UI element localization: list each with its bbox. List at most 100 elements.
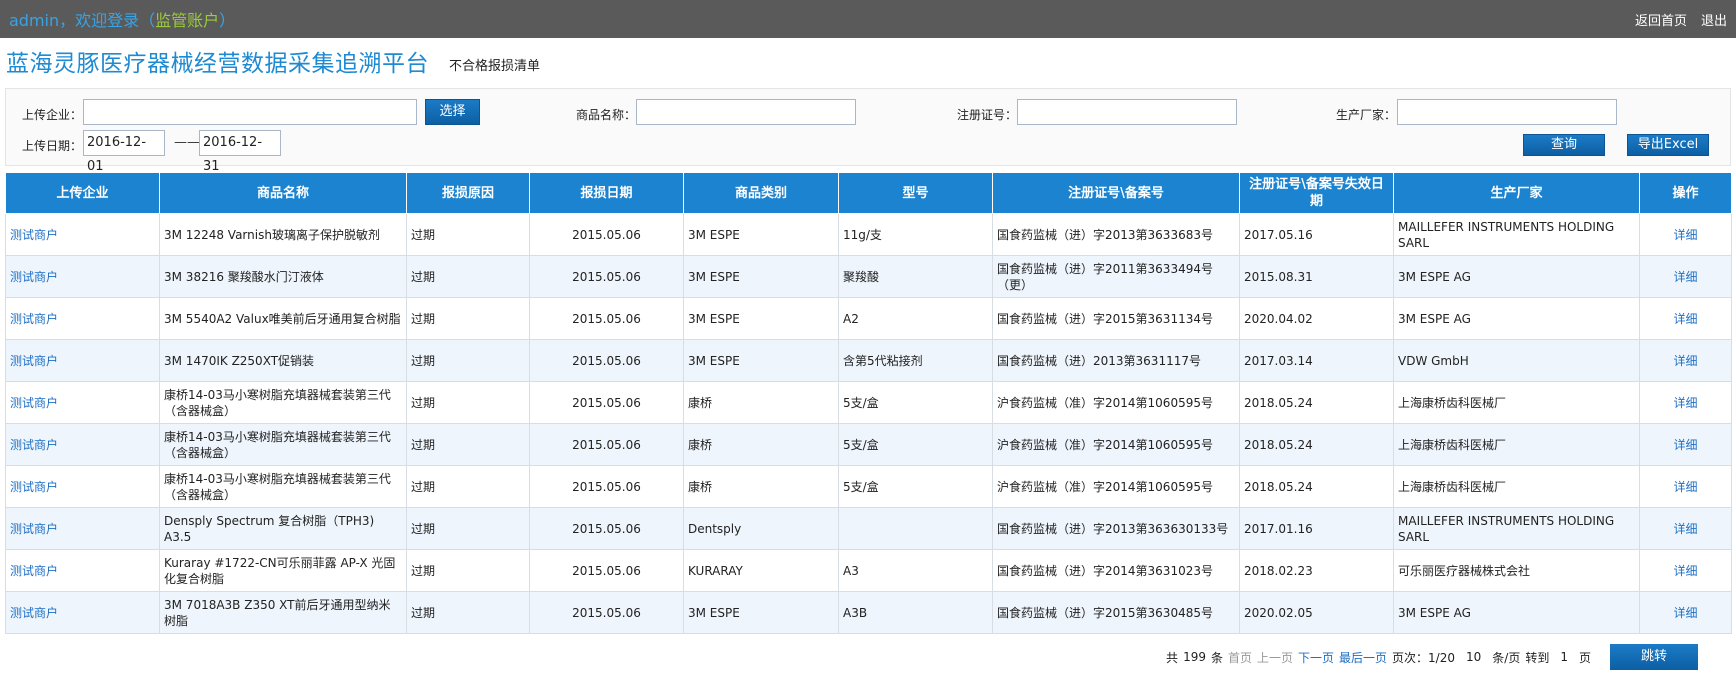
detail-link[interactable]: 详细 <box>1673 606 1697 620</box>
table-row: 测试商户 3M 12248 Varnish玻璃离子保护脱敏剂 过期 2015.05.0… <box>5 213 1732 256</box>
detail-link[interactable]: 详细 <box>1673 396 1697 410</box>
cell-manufacturer: 3M ESPE AG <box>1393 591 1640 634</box>
logout-link[interactable]: 退出 <box>1701 10 1727 29</box>
date-from-input[interactable]: 2016-12-01 <box>83 130 165 174</box>
company-link[interactable]: 测试商户 <box>10 564 58 578</box>
cell-model: 5支/盒 <box>838 381 993 424</box>
cell-reg-expiry: 2018.05.24 <box>1239 465 1394 508</box>
cell-company: 测试商户 <box>5 213 160 256</box>
filter-panel: 上传企业： 选择 商品名称： 注册证号： 生产厂家： 上传日期： 2016-12… <box>5 88 1731 174</box>
cell-category: 康桥 <box>683 465 839 508</box>
page-size-value[interactable]: 10 <box>1460 650 1487 664</box>
cell-company: 测试商户 <box>5 507 160 550</box>
cell-model: A2 <box>838 297 993 340</box>
cell-reg-expiry: 2020.04.02 <box>1239 297 1394 340</box>
prev-page-link[interactable]: 上一页 <box>1257 649 1293 666</box>
company-input[interactable] <box>83 99 417 125</box>
maker-label: 生产厂家： <box>1336 108 1397 122</box>
cell-action: 详细 <box>1639 423 1732 466</box>
date-separator: —— <box>174 135 200 150</box>
page-subtitle: 不合格报损清单 <box>449 58 541 74</box>
top-bar: admin，欢迎登录（监管账户） 返回首页 退出 <box>0 0 1736 38</box>
cell-loss-date: 2015.05.06 <box>529 549 684 592</box>
company-link[interactable]: 测试商户 <box>10 438 58 452</box>
cell-model: A3 <box>838 549 993 592</box>
cell-loss-date: 2015.05.06 <box>529 591 684 634</box>
cell-reg-no: 沪食药监械（准）字2014第1060595号 <box>992 381 1240 424</box>
go-button[interactable]: 跳转 <box>1610 644 1698 670</box>
company-link[interactable]: 测试商户 <box>10 228 58 242</box>
goto-page-input[interactable]: 1 <box>1554 650 1574 664</box>
cell-loss-date: 2015.05.06 <box>529 255 684 298</box>
total-prefix: 共 <box>1166 650 1179 665</box>
column-header-action: 操作 <box>1639 172 1732 214</box>
product-input[interactable] <box>636 99 856 125</box>
date-to-input[interactable]: 2016-12-31 <box>199 130 281 174</box>
cell-loss-reason: 过期 <box>406 591 530 634</box>
cell-model: A3B <box>838 591 993 634</box>
query-button[interactable]: 查询 <box>1523 134 1605 156</box>
cell-manufacturer: 可乐丽医疗器械株式会社 <box>1393 549 1640 592</box>
table-row: 测试商户 康桥14-03马小寒树脂充填器械套装第三代（含器械盒） 过期 2015.05… <box>5 423 1732 466</box>
next-page-link[interactable]: 下一页 <box>1298 649 1334 666</box>
export-excel-button[interactable]: 导出Excel <box>1627 134 1709 156</box>
cell-manufacturer: 上海康桥齿科医械厂 <box>1393 381 1640 424</box>
cell-loss-date: 2015.05.06 <box>529 339 684 382</box>
loss-report-table: 上传企业 商品名称 报损原因 报损日期 商品类别 型号 注册证号\备案号 注册证号\备案号失效… <box>5 172 1732 634</box>
detail-link[interactable]: 详细 <box>1673 438 1697 452</box>
account-role: 监管账户 <box>155 11 220 30</box>
table-row: 测试商户 康桥14-03马小寒树脂充填器械套装第三代（含器械盒） 过期 2015.05… <box>5 465 1732 508</box>
detail-link[interactable]: 详细 <box>1673 270 1697 284</box>
cell-company: 测试商户 <box>5 339 160 382</box>
cell-product-name: 3M 12248 Varnish玻璃离子保护脱敏剂 <box>159 213 407 256</box>
cell-reg-no: 国食药监械（进）字2014第3631023号 <box>992 549 1240 592</box>
maker-input[interactable] <box>1397 99 1617 125</box>
table-row: 测试商户 3M 7018A3B Z350 XT前后牙通用型纳米树脂 过期 2015.0… <box>5 591 1732 634</box>
cell-product-name: Densply Spectrum 复合树脂（TPH3) A3.5 <box>159 507 407 550</box>
cell-loss-reason: 过期 <box>406 297 530 340</box>
company-link[interactable]: 测试商户 <box>10 270 58 284</box>
company-link[interactable]: 测试商户 <box>10 606 58 620</box>
cell-category: 3M ESPE <box>683 591 839 634</box>
home-link[interactable]: 返回首页 <box>1635 10 1687 29</box>
last-page-link[interactable]: 最后一页 <box>1339 649 1387 666</box>
company-link[interactable]: 测试商户 <box>10 312 58 326</box>
company-link[interactable]: 测试商户 <box>10 522 58 536</box>
detail-link[interactable]: 详细 <box>1673 480 1697 494</box>
pagination: 共 199 条 首页 上一页 下一页 最后一页 页次：1/20 10 条/页 转… <box>1166 644 1698 670</box>
cell-action: 详细 <box>1639 549 1732 592</box>
table-row: 测试商户 Densply Spectrum 复合树脂（TPH3) A3.5 过期 20… <box>5 507 1732 550</box>
detail-link[interactable]: 详细 <box>1673 354 1697 368</box>
table-row: 测试商户 Kuraray #1722-CN可乐丽菲露 AP-X 光固化复合树脂 过期… <box>5 549 1732 592</box>
company-link[interactable]: 测试商户 <box>10 396 58 410</box>
cell-manufacturer: MAILLEFER INSTRUMENTS HOLDING SARL <box>1393 507 1640 550</box>
first-page-link[interactable]: 首页 <box>1228 649 1252 666</box>
cell-action: 详细 <box>1639 339 1732 382</box>
cell-loss-date: 2015.05.06 <box>529 423 684 466</box>
column-header-category: 商品类别 <box>683 172 839 214</box>
column-header-product-name: 商品名称 <box>159 172 407 214</box>
detail-link[interactable]: 详细 <box>1673 312 1697 326</box>
detail-link[interactable]: 详细 <box>1673 228 1697 242</box>
company-link[interactable]: 测试商户 <box>10 480 58 494</box>
cell-product-name: 3M 38216 聚羧酸水门汀液体 <box>159 255 407 298</box>
cell-manufacturer: VDW GmbH <box>1393 339 1640 382</box>
cell-manufacturer: MAILLEFER INSTRUMENTS HOLDING SARL <box>1393 213 1640 256</box>
cell-reg-no: 国食药监械（进）字2015第3630485号 <box>992 591 1240 634</box>
cell-product-name: 3M 1470IK Z250XT促销装 <box>159 339 407 382</box>
cell-product-name: 3M 5540A2 Valux唯美前后牙通用复合树脂 <box>159 297 407 340</box>
cell-action: 详细 <box>1639 381 1732 424</box>
reg-no-input[interactable] <box>1017 99 1237 125</box>
detail-link[interactable]: 详细 <box>1673 522 1697 536</box>
cell-reg-no: 国食药监械（进）字2015第3631134号 <box>992 297 1240 340</box>
column-header-loss-date: 报损日期 <box>529 172 684 214</box>
date-label: 上传日期： <box>22 139 83 153</box>
goto-suffix: 页 <box>1578 650 1591 665</box>
detail-link[interactable]: 详细 <box>1673 564 1697 578</box>
column-header-loss-reason: 报损原因 <box>406 172 530 214</box>
company-link[interactable]: 测试商户 <box>10 354 58 368</box>
cell-company: 测试商户 <box>5 297 160 340</box>
cell-category: 3M ESPE <box>683 339 839 382</box>
cell-model: 5支/盒 <box>838 423 993 466</box>
select-company-button[interactable]: 选择 <box>425 99 480 125</box>
